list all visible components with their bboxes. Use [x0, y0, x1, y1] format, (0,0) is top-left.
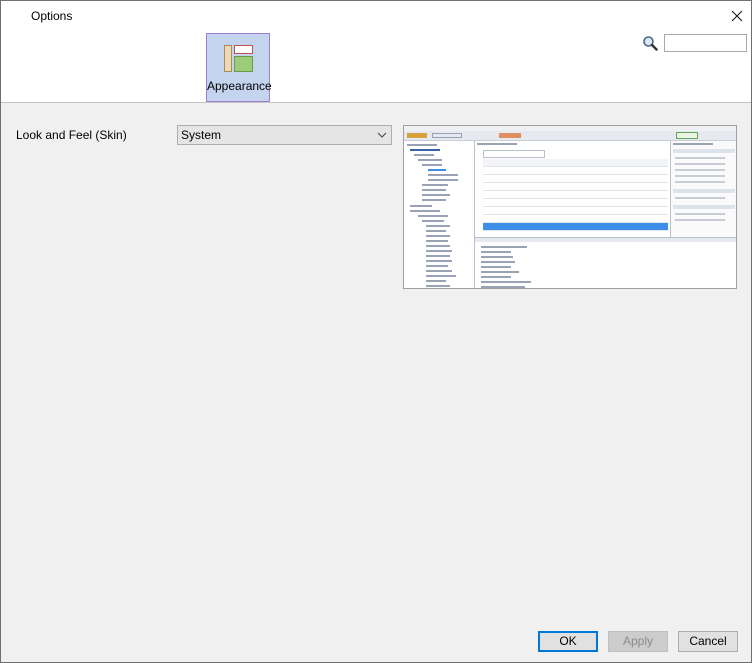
- close-icon: [731, 10, 743, 22]
- preview-project-tree: [404, 141, 475, 288]
- preview-properties-panel: [670, 141, 736, 237]
- close-button[interactable]: [728, 7, 746, 25]
- appearance-icon: [224, 45, 253, 72]
- ok-button[interactable]: OK: [538, 631, 598, 652]
- preview-variable-table: [475, 141, 669, 239]
- search-input[interactable]: [664, 34, 747, 52]
- options-dialog: Options Appearance Look and Feel (Skin) …: [0, 0, 752, 663]
- skin-select[interactable]: System: [177, 125, 392, 145]
- skin-preview-image: [403, 125, 737, 289]
- chevron-down-icon: [377, 132, 387, 138]
- search-icon: [643, 36, 658, 51]
- preview-output-panel: [475, 237, 736, 288]
- category-appearance-label: Appearance: [207, 79, 272, 93]
- category-appearance[interactable]: Appearance: [206, 33, 272, 102]
- preview-toolbar: [404, 131, 736, 141]
- apply-button[interactable]: Apply: [608, 631, 668, 652]
- cancel-button[interactable]: Cancel: [678, 631, 738, 652]
- look-and-feel-label: Look and Feel (Skin): [16, 128, 127, 142]
- dialog-title: Options: [31, 9, 73, 23]
- category-toolbar: Options Appearance: [1, 1, 751, 103]
- skin-select-value: System: [181, 128, 222, 142]
